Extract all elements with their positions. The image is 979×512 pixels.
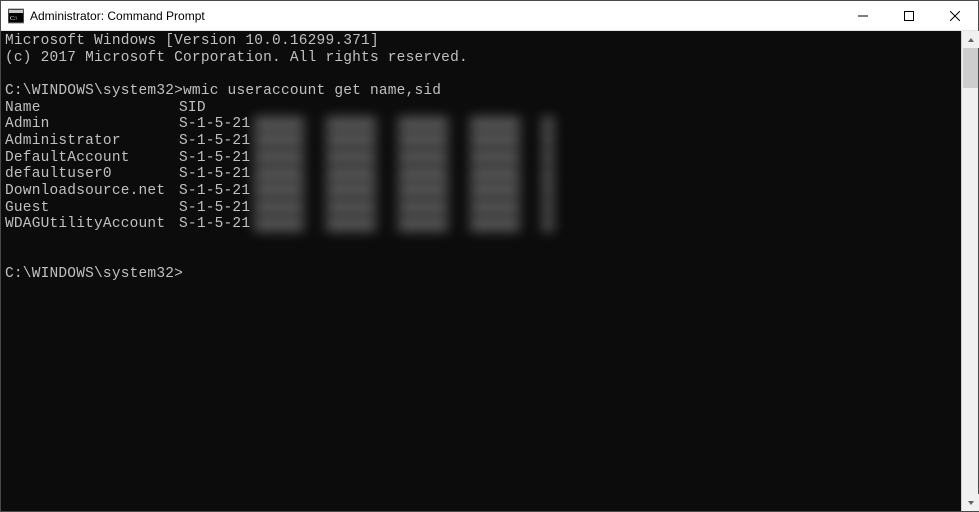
- header-sid: SID: [179, 100, 206, 117]
- terminal[interactable]: Microsoft Windows [Version 10.0.16299.37…: [1, 31, 961, 511]
- account-name: Admin: [5, 116, 179, 133]
- account-sid-prefix: S-1-5-21: [179, 150, 250, 167]
- close-button[interactable]: [932, 1, 978, 31]
- titlebar[interactable]: C:\ Administrator: Command Prompt: [1, 1, 978, 31]
- table-row: GuestS-1-5-21: [5, 200, 957, 217]
- account-sid-prefix: S-1-5-21: [179, 116, 250, 133]
- scroll-up-button[interactable]: [962, 31, 979, 48]
- command-1: wmic useraccount get name,sid: [183, 83, 441, 99]
- prompt-2: C:\WINDOWS\system32>: [5, 266, 183, 282]
- header-name: Name: [5, 100, 179, 117]
- redacted-sid: [254, 117, 554, 131]
- cmd-icon: C:\: [8, 8, 24, 24]
- redacted-sid: [254, 183, 554, 197]
- window-title: Administrator: Command Prompt: [30, 9, 840, 23]
- table-row: DefaultAccountS-1-5-21: [5, 150, 957, 167]
- redacted-sid: [254, 200, 554, 214]
- account-sid-prefix: S-1-5-21: [179, 183, 250, 200]
- account-name: defaultuser0: [5, 166, 179, 183]
- scroll-down-button[interactable]: [962, 494, 979, 511]
- window-controls: [840, 1, 978, 30]
- account-name: DefaultAccount: [5, 150, 179, 167]
- account-name: WDAGUtilityAccount: [5, 216, 179, 233]
- account-sid-prefix: S-1-5-21: [179, 216, 250, 233]
- svg-text:C:\: C:\: [10, 16, 18, 22]
- account-name: Administrator: [5, 133, 179, 150]
- redacted-sid: [254, 217, 554, 231]
- redacted-sid: [254, 167, 554, 181]
- scroll-track[interactable]: [962, 48, 978, 494]
- scrollbar[interactable]: [961, 31, 978, 511]
- table-row: WDAGUtilityAccountS-1-5-21: [5, 216, 957, 233]
- prompt-1: C:\WINDOWS\system32>: [5, 83, 183, 99]
- table-row: defaultuser0S-1-5-21: [5, 166, 957, 183]
- account-sid-prefix: S-1-5-21: [179, 166, 250, 183]
- account-name: Guest: [5, 200, 179, 217]
- table-row: AdminS-1-5-21: [5, 116, 957, 133]
- account-name: Downloadsource.net: [5, 183, 179, 200]
- minimize-button[interactable]: [840, 1, 886, 31]
- account-sid-prefix: S-1-5-21: [179, 133, 250, 150]
- copyright-line: (c) 2017 Microsoft Corporation. All righ…: [5, 50, 468, 66]
- redacted-sid: [254, 150, 554, 164]
- table-row: Downloadsource.netS-1-5-21: [5, 183, 957, 200]
- table-row: AdministratorS-1-5-21: [5, 133, 957, 150]
- terminal-area: Microsoft Windows [Version 10.0.16299.37…: [1, 31, 978, 511]
- scroll-thumb[interactable]: [963, 48, 978, 88]
- account-sid-prefix: S-1-5-21: [179, 200, 250, 217]
- version-line: Microsoft Windows [Version 10.0.16299.37…: [5, 33, 379, 49]
- maximize-button[interactable]: [886, 1, 932, 31]
- redacted-sid: [254, 133, 554, 147]
